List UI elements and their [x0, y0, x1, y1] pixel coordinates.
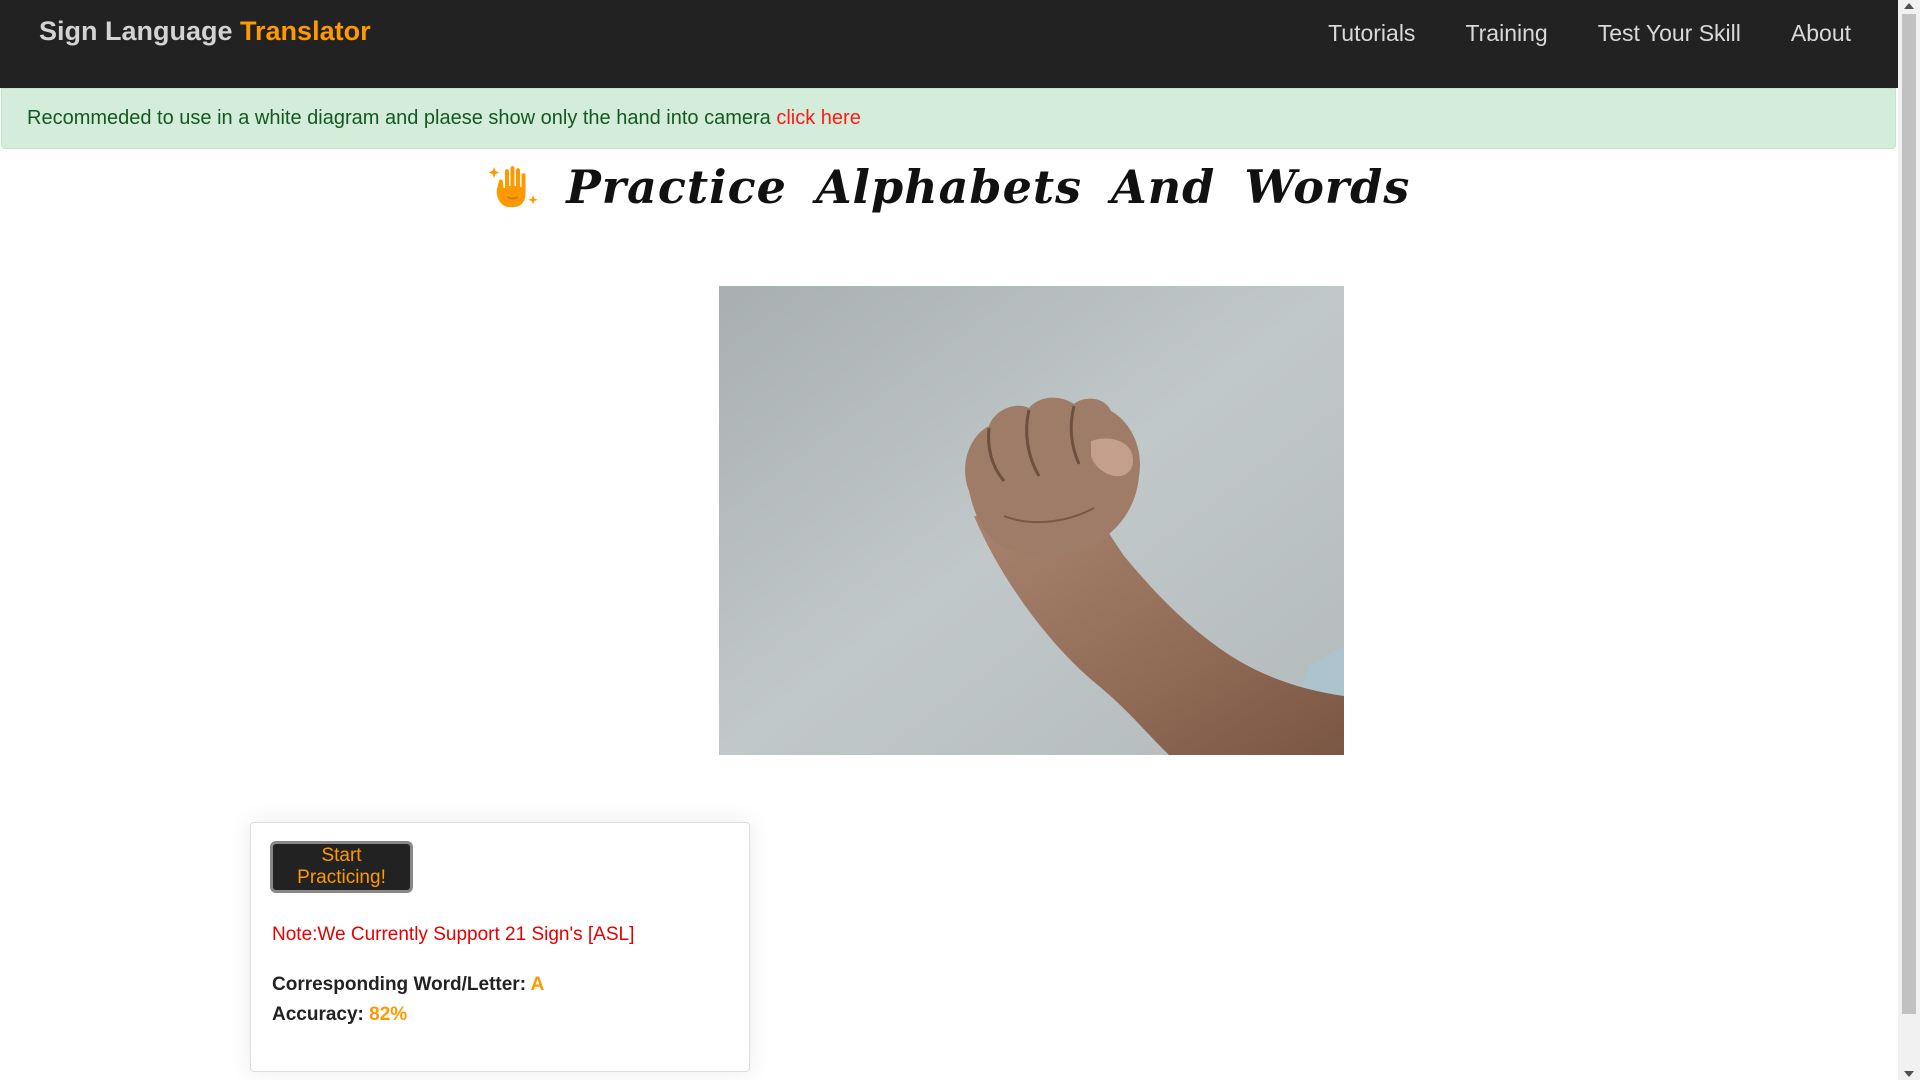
support-note: Note:We Currently Support 21 Sign's [ASL…: [272, 924, 635, 945]
nav-link-test-your-skill[interactable]: Test Your Skill: [1598, 20, 1741, 47]
scrollbar-thumb[interactable]: [1902, 14, 1916, 1014]
nav-link-tutorials[interactable]: Tutorials: [1328, 20, 1415, 47]
letter-value: A: [530, 974, 545, 995]
scroll-up-arrow-icon[interactable]: [1904, 3, 1914, 9]
letter-result: Corresponding Word/Letter: A: [272, 974, 544, 996]
page-scrollbar[interactable]: [1898, 0, 1920, 1080]
page-title: Practice Alphabets And Words: [566, 160, 1411, 214]
camera-feed: [719, 286, 1344, 755]
accuracy-value: 82%: [369, 1004, 408, 1025]
nav-links: Tutorials Training Test Your Skill About: [1328, 20, 1851, 47]
alert-text: Recommeded to use in a white diagram and…: [27, 107, 861, 130]
camera-feed-fist-hand: [719, 286, 1344, 755]
accuracy-label: Accuracy:: [272, 1004, 364, 1025]
page: Sign Language Translator Tutorials Train…: [0, 0, 1920, 1080]
brand-accent: Translator: [240, 16, 371, 46]
brand-primary: Sign Language: [39, 16, 233, 46]
waving-hand-sparkle-icon: [488, 166, 538, 207]
start-practicing-button[interactable]: Start Practicing!: [270, 841, 413, 893]
practice-card: Start Practicing! Note:We Currently Supp…: [250, 822, 750, 1072]
alert-message: Recommeded to use in a white diagram and…: [27, 107, 771, 129]
brand-logo[interactable]: Sign Language Translator: [39, 16, 371, 47]
letter-label: Corresponding Word/Letter:: [272, 974, 527, 995]
navbar: Sign Language Translator Tutorials Train…: [0, 0, 1898, 88]
alert-click-here-link[interactable]: click here: [776, 107, 860, 129]
accuracy-result: Accuracy: 82%: [272, 1004, 407, 1026]
recommendation-alert: Recommeded to use in a white diagram and…: [1, 88, 1896, 149]
page-heading: Practice Alphabets And Words: [0, 160, 1898, 214]
nav-link-training[interactable]: Training: [1465, 20, 1547, 47]
scroll-down-arrow-icon[interactable]: [1904, 1071, 1914, 1077]
nav-link-about[interactable]: About: [1791, 20, 1851, 47]
